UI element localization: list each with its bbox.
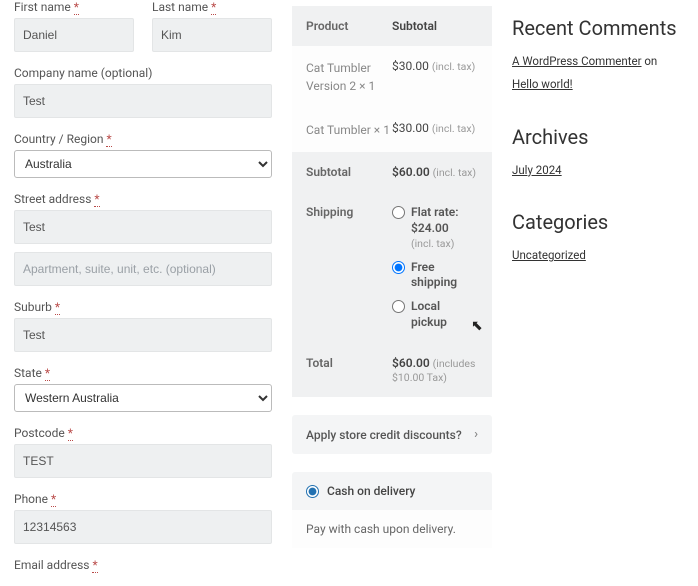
payment-method-desc: Pay with cash upon delivery. — [292, 510, 492, 548]
order-head-product: Product — [306, 19, 392, 33]
order-summary: Product Subtotal Cat Tumbler Version 2 ×… — [292, 6, 492, 397]
email-label: Email address * — [14, 558, 272, 572]
company-label: Company name (optional) — [14, 66, 272, 80]
phone-input[interactable] — [14, 510, 272, 544]
postcode-label: Postcode * — [14, 426, 272, 440]
chevron-right-icon: › — [474, 427, 478, 442]
commenter-link[interactable]: A WordPress Commenter — [512, 54, 642, 68]
payment-methods: Cash on delivery Pay with cash upon deli… — [292, 472, 492, 548]
first-name-input[interactable] — [14, 18, 134, 52]
street-label: Street address * — [14, 192, 272, 206]
shipping-option-free[interactable]: Free shipping — [392, 260, 478, 291]
shipping-label: Shipping — [306, 205, 392, 219]
street-input-1[interactable] — [14, 210, 272, 244]
order-item: Cat Tumbler × 1 $30.00 (incl. tax) — [292, 108, 492, 152]
order-item: Cat Tumbler Version 2 × 1 $30.00 (incl. … — [292, 46, 492, 108]
shipping-option-local[interactable]: Local pickup — [392, 299, 478, 330]
payment-radio-cod[interactable] — [306, 485, 319, 498]
total-label: Total — [306, 356, 392, 384]
postcode-input[interactable] — [14, 444, 272, 478]
comment-post-link[interactable]: Hello world! — [512, 77, 573, 91]
store-credit-toggle[interactable]: Apply store credit discounts? › — [292, 415, 492, 454]
country-label: Country / Region * — [14, 132, 272, 146]
category-link[interactable]: Uncategorized — [512, 248, 586, 262]
company-input[interactable] — [14, 84, 272, 118]
shipping-radio-flat[interactable] — [392, 206, 405, 219]
suburb-input[interactable] — [14, 318, 272, 352]
archive-link[interactable]: July 2024 — [512, 163, 562, 177]
last-name-input[interactable] — [152, 18, 272, 52]
payment-method-label: Cash on delivery — [327, 484, 415, 498]
categories-heading: Categories — [512, 210, 684, 234]
street-input-2[interactable] — [14, 252, 272, 286]
state-select[interactable]: Western Australia — [14, 384, 272, 412]
order-head-subtotal: Subtotal — [392, 19, 478, 33]
last-name-label: Last name * — [152, 0, 272, 14]
country-select[interactable]: Australia — [14, 150, 272, 178]
shipping-radio-local[interactable] — [392, 300, 405, 313]
suburb-label: Suburb * — [14, 300, 272, 314]
shipping-option-flat[interactable]: Flat rate: $24.00(incl. tax) — [392, 205, 478, 252]
first-name-label: First name * — [14, 0, 134, 14]
recent-comments-heading: Recent Comments — [512, 16, 684, 40]
shipping-radio-free[interactable] — [392, 261, 405, 274]
subtotal-value: $60.00 (incl. tax) — [392, 165, 478, 179]
phone-label: Phone * — [14, 492, 272, 506]
total-value: $60.00 (includes $10.00 Tax) — [392, 356, 478, 384]
state-label: State * — [14, 366, 272, 380]
subtotal-label: Subtotal — [306, 165, 392, 179]
archives-heading: Archives — [512, 125, 684, 149]
